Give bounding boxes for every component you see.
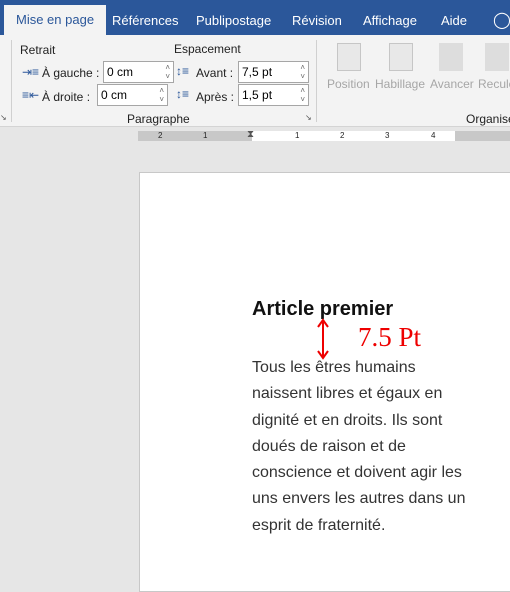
tab-aide[interactable]: Aide	[441, 0, 467, 35]
indent-right-icon: ≡⇤	[22, 88, 40, 102]
ruler-tick: 3	[385, 131, 390, 140]
ribbon: Retrait Espacement ⇥≡ À gauche : 0 cm ˄ ˅ …	[0, 35, 510, 127]
tab-revision[interactable]: Révision	[292, 0, 342, 35]
ruler-tick: 4	[431, 131, 436, 140]
ruler-tick: 2	[340, 131, 345, 140]
avant-label: Avant :	[196, 66, 234, 80]
gauche-label: À gauche :	[42, 66, 100, 80]
organiser-group-label: Organiser	[466, 112, 510, 126]
spacing-annotation: 7.5 Pt	[358, 322, 422, 352]
avancer-icon	[439, 43, 463, 71]
spacing-after-icon: ↕≡	[176, 87, 190, 101]
spacing-arrow-icon	[317, 318, 329, 360]
tab-mise-en-page[interactable]: Mise en page	[4, 5, 107, 35]
indent-left-input[interactable]: 0 cm ˄ ˅	[103, 61, 174, 83]
tab-publipostage[interactable]: Publipostage	[196, 0, 271, 35]
habillage-button[interactable]: Habillage	[375, 77, 425, 91]
horizontal-ruler[interactable]	[252, 131, 455, 141]
ruler-tick: 2	[158, 131, 163, 140]
ruler-margin-left	[138, 131, 252, 141]
lightbulb-icon[interactable]: ◯	[493, 0, 510, 35]
spinner-icon[interactable]: ˄ ˅	[300, 63, 305, 81]
indent-right-input[interactable]: 0 cm ˄ ˅	[97, 84, 168, 106]
spinner-icon[interactable]: ˄ ˅	[159, 86, 164, 104]
paragraph-group-label: Paragraphe	[127, 112, 190, 126]
spinner-icon[interactable]: ˄ ˅	[300, 86, 305, 104]
paragraph-dialog-launcher-icon[interactable]: ↘	[305, 113, 312, 122]
dialog-launcher-icon[interactable]: ↘	[0, 113, 7, 122]
ribbon-tab-bar: Mise en page Références Publipostage Rév…	[0, 0, 510, 35]
retrait-label: Retrait	[20, 43, 56, 57]
apres-label: Après :	[196, 90, 235, 104]
habillage-icon	[389, 43, 413, 71]
droite-label: À droite :	[42, 90, 91, 104]
tab-references[interactable]: Références	[112, 0, 178, 35]
ruler-tick: 1	[203, 131, 208, 140]
espacement-label: Espacement	[174, 42, 241, 56]
spacing-after-input[interactable]: 1,5 pt ˄ ˅	[238, 84, 309, 106]
tab-affichage[interactable]: Affichage	[363, 0, 417, 35]
spinner-icon[interactable]: ˄ ˅	[165, 63, 170, 81]
reculer-button[interactable]: Reculer	[478, 77, 510, 91]
position-button[interactable]: Position	[327, 77, 370, 91]
spacing-before-input[interactable]: 7,5 pt ˄ ˅	[238, 61, 309, 83]
avancer-button[interactable]: Avancer	[430, 77, 474, 91]
spacing-before-icon: ↕≡	[176, 64, 190, 78]
indent-marker-icon[interactable]: ⧗	[247, 129, 254, 140]
indent-left-icon: ⇥≡	[22, 65, 40, 79]
body-paragraph: Tous les êtres humains naissent libres e…	[252, 359, 466, 534]
reculer-icon	[485, 43, 509, 71]
position-icon	[337, 43, 361, 71]
ruler-tick: 1	[295, 131, 300, 140]
ruler-margin-right	[455, 131, 510, 141]
